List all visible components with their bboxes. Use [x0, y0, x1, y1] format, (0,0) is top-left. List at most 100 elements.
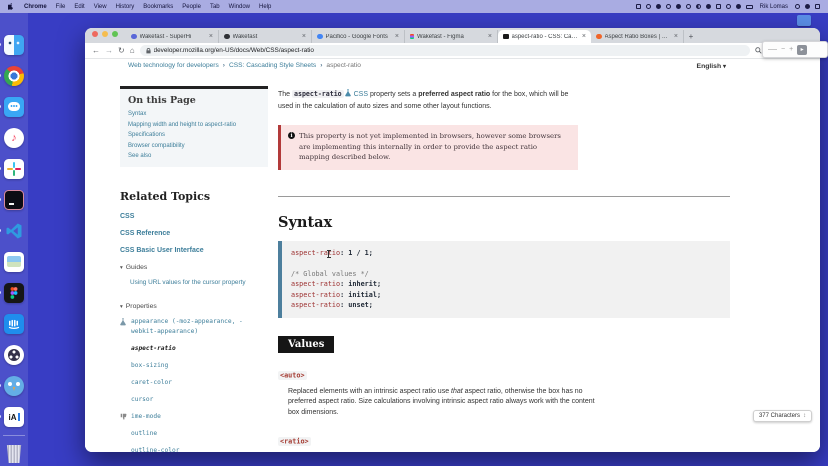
dock-finder[interactable]: [4, 35, 24, 55]
toc-link-mapping[interactable]: Mapping width and height to aspect-ratio: [128, 122, 260, 128]
clock-status-icon[interactable]: [686, 4, 691, 9]
warning-note-text: This property is not yet implemented in …: [299, 131, 569, 163]
tab-google-fonts[interactable]: Pacifico - Google Fonts ×: [312, 30, 405, 43]
zoom-overlay-widget: − + ▸: [762, 41, 828, 58]
sidebar-group-guides[interactable]: ▾ Guides: [120, 264, 268, 271]
tab-wakefast-superhi[interactable]: Wakefast - SuperHi ×: [126, 30, 219, 43]
menu-item-file[interactable]: File: [56, 4, 66, 10]
menu-item-view[interactable]: View: [94, 4, 107, 10]
dock-vscode[interactable]: [4, 221, 24, 241]
sidebar-link-outline-color[interactable]: outline-color: [131, 446, 179, 452]
sidebar-link-ime-mode[interactable]: ime-mode: [131, 412, 161, 422]
sidebar-link-css[interactable]: CSS: [120, 213, 268, 220]
code-line-blank: [291, 258, 721, 269]
shield-status-icon[interactable]: [646, 4, 651, 9]
info-status-icon[interactable]: [666, 4, 671, 9]
dock-ia-writer[interactable]: iA: [4, 407, 24, 427]
close-tab-icon[interactable]: ×: [582, 33, 586, 40]
tab-strip: Wakefast - SuperHi × Wakefast × Pacifico…: [85, 28, 820, 43]
address-bar[interactable]: developer.mozilla.org/en-US/docs/Web/CSS…: [140, 45, 751, 56]
toc-link-see-also[interactable]: See also: [128, 153, 260, 159]
plus-button[interactable]: +: [789, 46, 793, 53]
display-status-icon[interactable]: [636, 4, 641, 9]
new-tab-button[interactable]: +: [684, 32, 698, 43]
dock-twitterrific[interactable]: [4, 376, 24, 396]
toc-link-syntax[interactable]: Syntax: [128, 111, 260, 117]
close-tab-icon[interactable]: ×: [488, 33, 492, 40]
close-tab-icon[interactable]: ×: [674, 33, 678, 40]
dock-intercom[interactable]: [4, 314, 24, 334]
home-button[interactable]: ⌂: [130, 47, 135, 55]
apple-logo-icon[interactable]: [8, 3, 15, 11]
at-status-icon[interactable]: [696, 4, 701, 9]
battery-icon[interactable]: [746, 5, 753, 9]
spotlight-search-icon[interactable]: [795, 4, 800, 9]
sidebar-link-appearance[interactable]: appearance (-moz-appearance, -webkit-app…: [131, 317, 268, 337]
css-link[interactable]: CSS: [354, 91, 368, 98]
sidebar-link-outline[interactable]: outline: [131, 429, 157, 439]
menu-item-bookmarks[interactable]: Bookmarks: [143, 4, 173, 10]
tab-wakefast[interactable]: Wakefast ×: [219, 30, 312, 43]
menu-item-edit[interactable]: Edit: [74, 4, 84, 10]
menu-item-history[interactable]: History: [116, 4, 135, 10]
sidebar-link-cursor-url-values[interactable]: Using URL values for the cursor property: [130, 279, 268, 286]
dock-slack[interactable]: [4, 159, 24, 179]
ia-writer-icon: iA: [4, 407, 24, 427]
dock-terminal[interactable]: [4, 190, 24, 210]
close-tab-icon[interactable]: ×: [209, 33, 213, 40]
figma-icon: [4, 283, 24, 303]
sidebar-link-box-sizing[interactable]: box-sizing: [131, 361, 168, 371]
sidebar-link-css-basic-ui[interactable]: CSS Basic User Interface: [120, 247, 268, 254]
dock-music[interactable]: ♪: [4, 128, 24, 148]
reload-button[interactable]: ↻: [118, 47, 125, 55]
siri-icon[interactable]: [805, 4, 810, 9]
back-button[interactable]: ←: [92, 47, 100, 55]
zoom-window-button[interactable]: [112, 31, 118, 37]
tab-css-tricks[interactable]: Aspect Ratio Boxes | CSS-Tri ×: [591, 30, 684, 43]
wifi-icon[interactable]: [726, 4, 731, 9]
dock-preview[interactable]: [4, 252, 24, 272]
menu-item-people[interactable]: People: [182, 4, 201, 10]
dock-figma[interactable]: [4, 283, 24, 303]
tab-figma[interactable]: Wakefast - Figma ×: [405, 30, 498, 43]
recorder-status-icon[interactable]: [676, 4, 681, 9]
close-window-button[interactable]: [92, 31, 98, 37]
minus-button[interactable]: −: [781, 46, 785, 53]
character-counter-badge[interactable]: 377 Characters ↕: [753, 410, 812, 422]
close-tab-icon[interactable]: ×: [395, 33, 399, 40]
menu-item-tab[interactable]: Tab: [210, 4, 220, 10]
go-button[interactable]: ▸: [797, 45, 807, 55]
sidebar-group-properties[interactable]: ▾ Properties: [120, 303, 268, 310]
bird-icon: [4, 376, 24, 396]
dock-messages[interactable]: [4, 97, 24, 117]
adblock-status-icon[interactable]: [656, 4, 661, 9]
sidebar-link-caret-color[interactable]: caret-color: [131, 378, 172, 388]
menu-item-help[interactable]: Help: [259, 4, 271, 10]
tab-aspect-ratio-mdn[interactable]: aspect-ratio - CSS: Cascadin ×: [498, 30, 591, 43]
forward-button[interactable]: →: [105, 47, 113, 55]
toc-link-specifications[interactable]: Specifications: [128, 132, 260, 138]
notification-center-icon[interactable]: [815, 4, 820, 9]
code-value: : initial;: [340, 291, 381, 299]
sidebar-link-aspect-ratio-current[interactable]: aspect-ratio: [131, 344, 176, 354]
sidebar-link-cursor[interactable]: cursor: [131, 395, 153, 405]
menu-item-chrome[interactable]: Chrome: [24, 4, 47, 10]
dock: ♪: [0, 13, 28, 466]
volume-icon[interactable]: [736, 4, 741, 9]
sidebar-link-css-reference[interactable]: CSS Reference: [120, 230, 268, 237]
code-property: aspect-ratio: [291, 249, 340, 257]
monitor-status-icon[interactable]: [716, 4, 721, 9]
close-tab-icon[interactable]: ×: [302, 33, 306, 40]
dock-quicktime[interactable]: [4, 345, 24, 365]
browser-toolbar: ← → ↻ ⌂ developer.mozilla.org/en-US/docs…: [85, 43, 820, 59]
dock-chrome[interactable]: [4, 66, 24, 86]
value-term-auto: <auto>: [278, 365, 730, 383]
sync-status-icon[interactable]: [706, 4, 711, 9]
minimize-window-button[interactable]: [102, 31, 108, 37]
user-menu[interactable]: Rik Lomas: [760, 4, 788, 10]
dock-trash[interactable]: [4, 444, 24, 464]
menu-item-window[interactable]: Window: [229, 4, 250, 10]
guides-label: Guides: [126, 264, 148, 271]
google-fonts-favicon: [317, 34, 323, 40]
toc-link-browser-compat[interactable]: Browser compatibility: [128, 143, 260, 149]
